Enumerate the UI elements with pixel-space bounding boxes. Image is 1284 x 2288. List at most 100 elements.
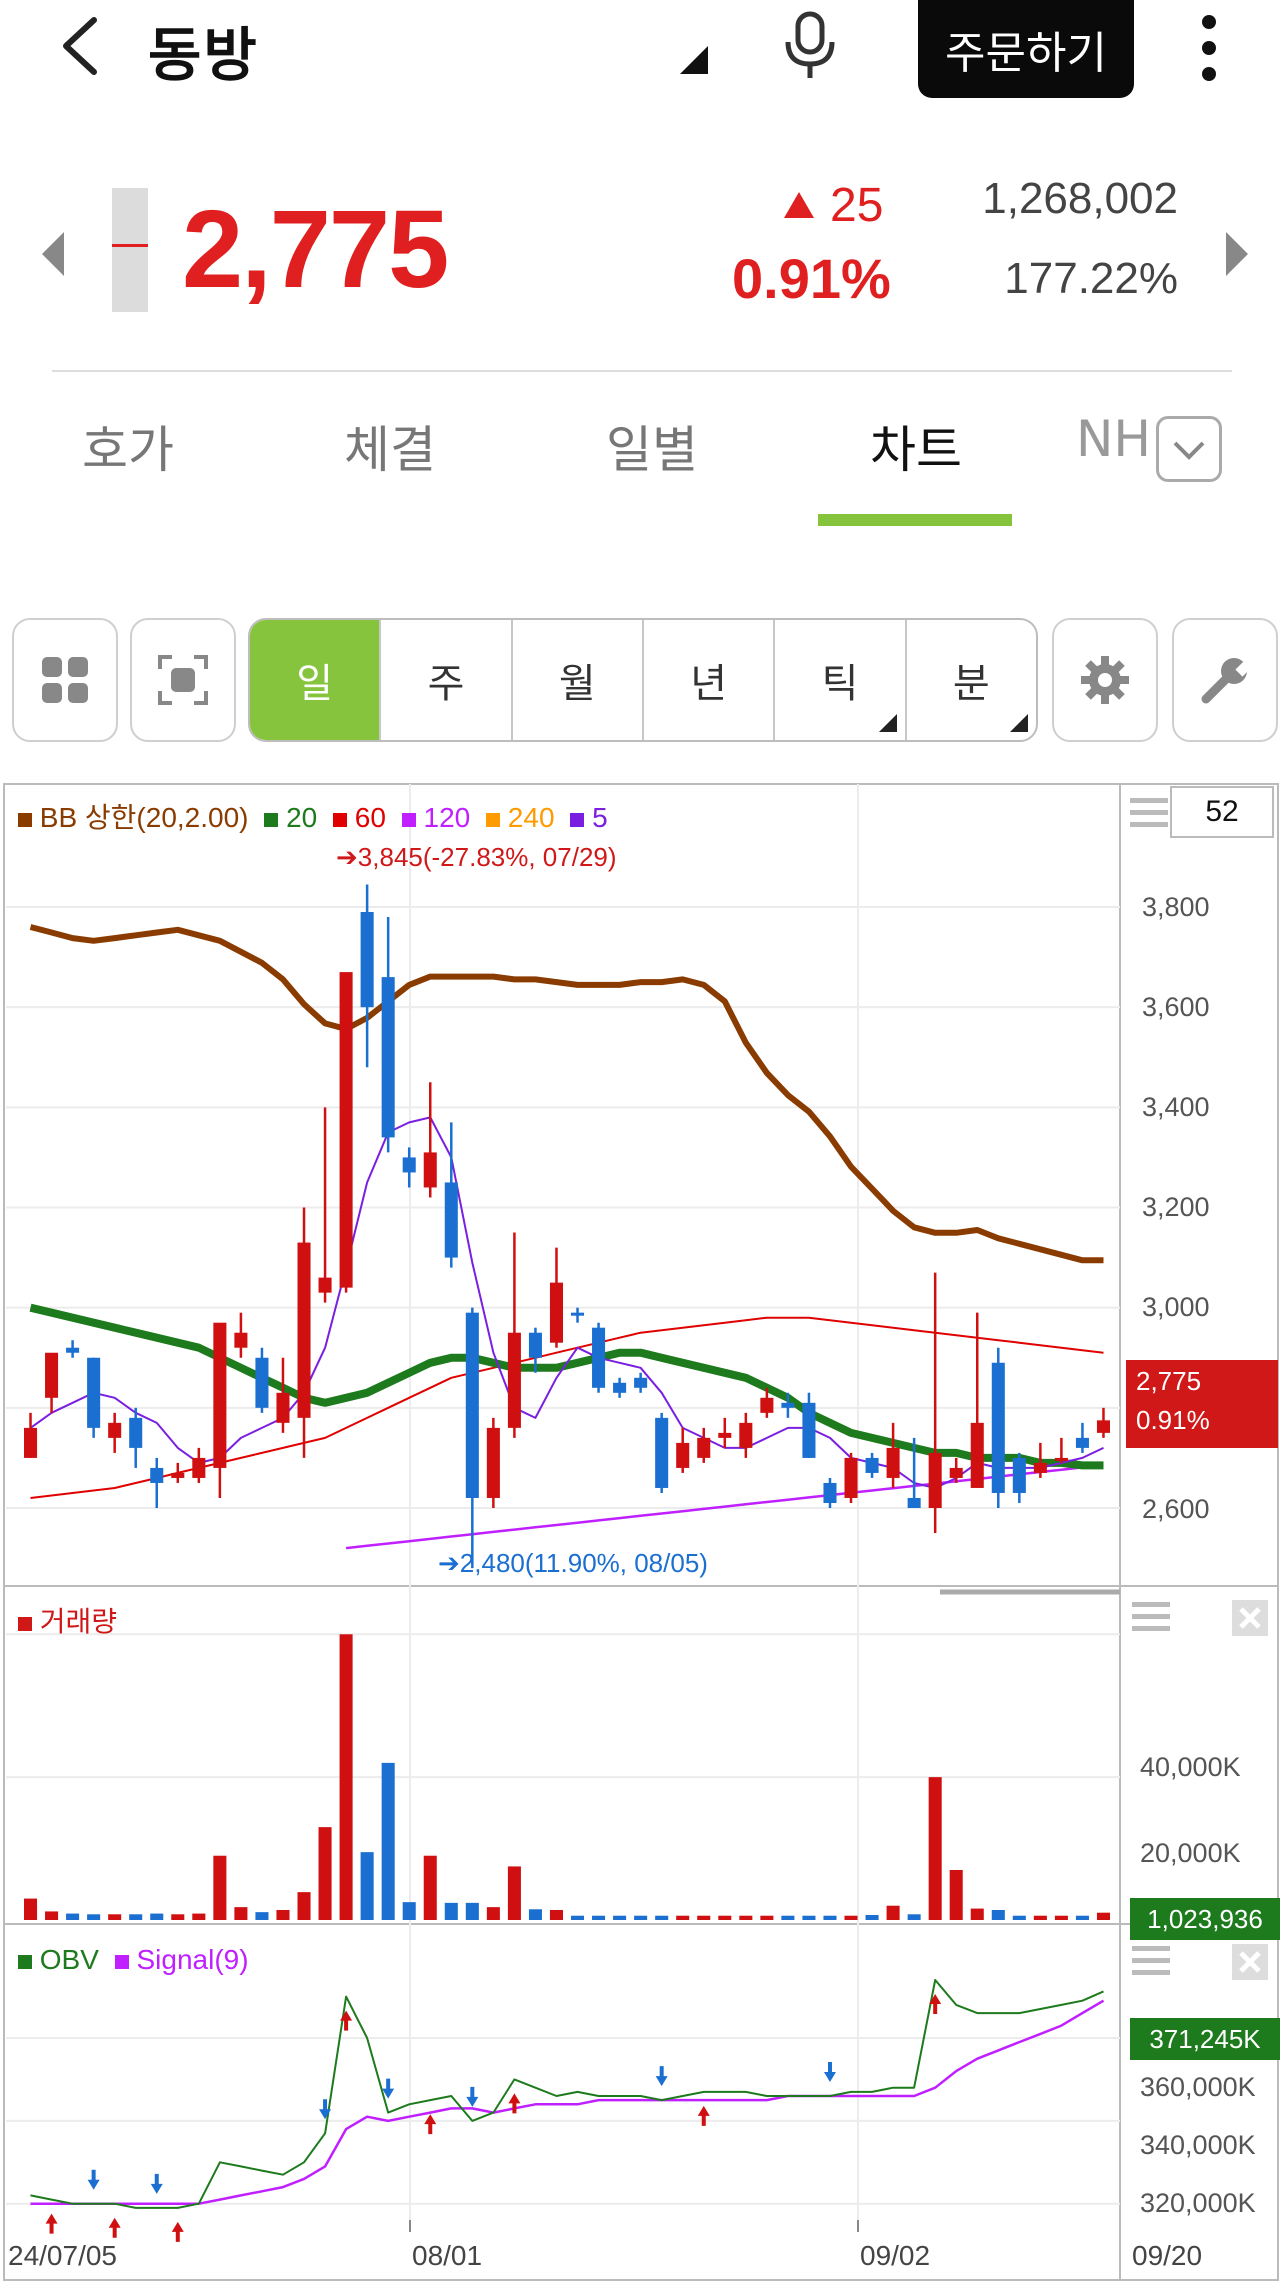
signal-line [30,1999,1105,2205]
candle [129,1417,143,1448]
tab-daily[interactable]: 일별 [606,410,698,482]
volume-bar [570,1915,585,1920]
volume-panel-menu-icon[interactable] [1132,1600,1170,1634]
candle [66,1347,80,1353]
period-year-button[interactable]: 년 [641,620,773,740]
candle [928,1452,942,1508]
mini-candle-icon [112,188,148,312]
volume-bar [23,1898,38,1920]
period-minute-button[interactable]: 분 [904,620,1036,740]
volume-panel-close-icon[interactable] [1232,1600,1268,1636]
obv-y-tick: 320,000K [1140,2188,1256,2218]
grid-icon [42,657,88,703]
capture-icon [158,655,208,705]
volume-bar [87,1914,101,1920]
ma120-line [345,1463,1104,1550]
volume-bar [928,1777,942,1920]
tab-chart[interactable]: 차트 [870,410,962,482]
x-tick: 09/20 [1132,2240,1203,2271]
candle [276,1392,290,1423]
volume-bar [150,1913,164,1920]
candle [213,1322,227,1468]
period-week-button[interactable]: 주 [379,620,510,740]
candle [528,1332,542,1358]
volume-bar [297,1892,311,1920]
period-month-button[interactable]: 월 [510,620,642,740]
current-price-tag: 2,775 0.91% [1126,1360,1278,1448]
bb-upper-line [29,924,1104,1264]
volume-bar [676,1915,690,1920]
tab-more-button[interactable] [1156,416,1222,482]
candle [381,977,395,1138]
wrench-icon [1201,658,1251,704]
dropdown-triangle-icon[interactable] [680,46,708,74]
volume-bar [823,1915,837,1920]
more-menu-icon[interactable] [1196,14,1222,82]
volume-bar [655,1915,669,1920]
candle [592,1327,606,1388]
volume-bar [402,1902,416,1920]
chevron-down-icon [1173,441,1205,460]
obv-panel-close-icon[interactable] [1232,1944,1268,1980]
sell-signal-arrow [150,2173,163,2194]
volume-bar [718,1915,732,1920]
candle [360,912,374,1008]
y-tick: 3,400 [1142,1092,1210,1122]
next-stock-arrow-icon[interactable] [1226,232,1248,276]
back-icon[interactable] [56,14,104,78]
chart-frame [3,783,1279,2281]
volume-bar [844,1915,858,1920]
volume-bar [613,1915,627,1920]
tab-hoga[interactable]: 호가 [82,410,174,482]
price-change-pct: 0.91% [732,247,891,310]
volume-bar [1075,1915,1089,1920]
microphone-icon[interactable] [782,10,838,80]
candle [108,1422,122,1438]
period-tick-button[interactable]: 틱 [773,620,904,740]
chart-tools-button[interactable] [1172,618,1278,742]
obv-current-tag: 371,245K [1130,2018,1280,2060]
candle [507,1332,521,1428]
buy-signal-arrow [171,2221,184,2242]
candle [339,972,353,1288]
volume-bar [865,1915,879,1920]
obv-panel-menu-icon[interactable] [1132,1944,1170,1978]
price-change: 25 [830,179,884,232]
tab-nh[interactable]: NH [1076,410,1154,468]
candle [402,1157,416,1173]
candle [318,1277,332,1293]
y-tick: 3,000 [1142,1292,1210,1322]
volume-bar [528,1909,542,1920]
chart-settings-button[interactable] [1052,618,1158,742]
x-tick: 09/02 [860,2240,931,2271]
layout-grid-button[interactable] [12,618,118,742]
candle [949,1467,963,1478]
tab-trades[interactable]: 체결 [344,410,436,482]
screenshot-button[interactable] [130,618,236,742]
volume-bar [760,1915,774,1920]
y-tick: 3,800 [1142,892,1210,922]
stock-name: 동방 [148,21,259,89]
volume-bar [1096,1912,1111,1920]
candle [613,1382,627,1393]
volume-bar [949,1870,963,1920]
panel-menu-icon[interactable] [1130,796,1168,830]
volume-bar [802,1915,816,1920]
stock-chart[interactable] [0,780,1284,2288]
volume-bar [697,1915,711,1920]
buy-signal-arrow [108,2217,121,2238]
sell-signal-arrow [823,2062,836,2082]
candle [1012,1457,1026,1493]
volume-y-tick: 40,000K [1140,1752,1241,1782]
period-day-button[interactable]: 일 [250,620,380,740]
candle-count-box[interactable]: 52 [1170,786,1274,838]
current-price-tag-value: 2,775 [1136,1366,1202,1396]
volume-bar [634,1915,648,1920]
candle [634,1377,648,1388]
volume-bar [381,1762,395,1920]
candle [676,1442,690,1468]
order-button[interactable]: 주문하기 [918,0,1134,98]
volume-bar [339,1634,353,1920]
sell-signal-arrow [87,2169,100,2190]
prev-stock-arrow-icon[interactable] [42,232,64,276]
